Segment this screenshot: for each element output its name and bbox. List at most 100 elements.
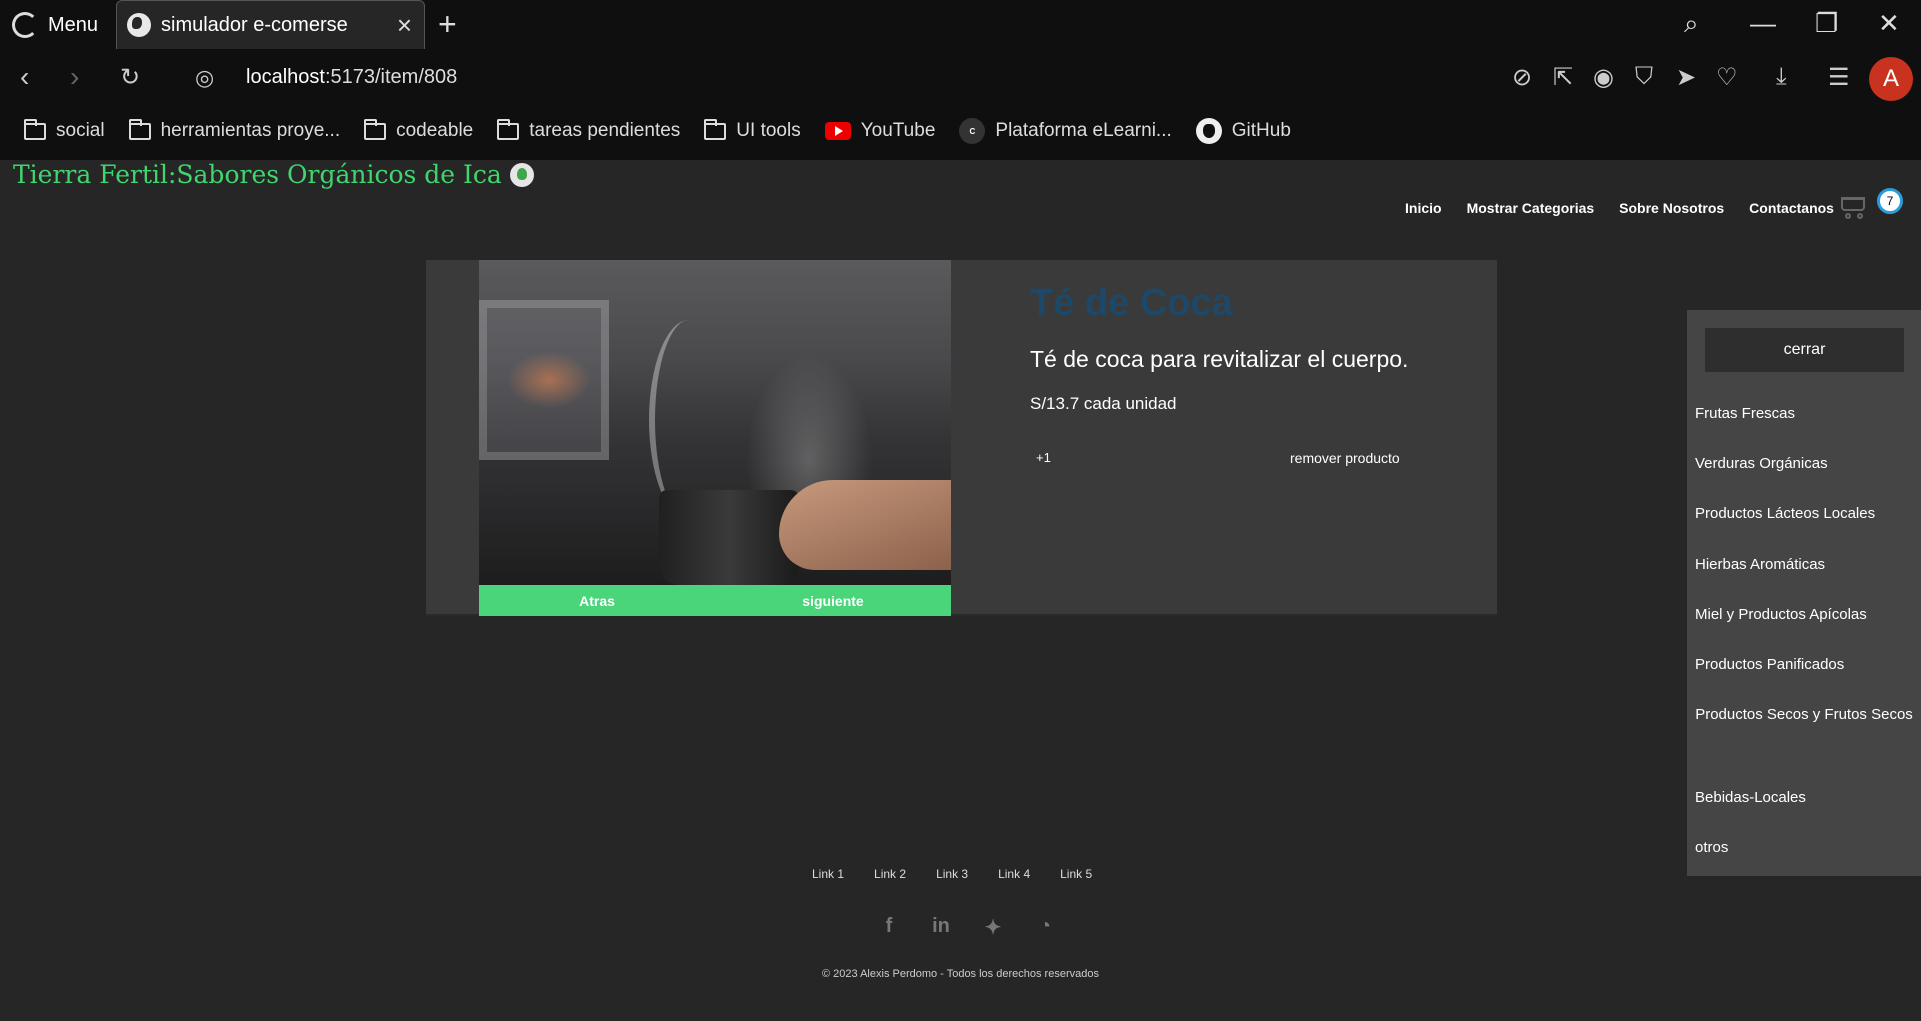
minimize-icon[interactable]: — bbox=[1750, 8, 1776, 39]
carousel-prev-button[interactable]: Atras bbox=[479, 585, 715, 616]
bookmark-herramientas[interactable]: herramientas proye... bbox=[128, 118, 341, 142]
carousel-next-button[interactable]: siguiente bbox=[715, 585, 951, 616]
folder-icon bbox=[497, 118, 520, 140]
cart-wheel bbox=[1845, 213, 1851, 219]
brand-title: Tierra Fertil:Sabores Orgánicos de Ica bbox=[13, 160, 502, 189]
browser-menu-label: Menu bbox=[48, 13, 99, 36]
share-icon[interactable]: ⇱ bbox=[1553, 63, 1573, 92]
nav-sobre-nosotros[interactable]: Sobre Nosotros bbox=[1619, 200, 1724, 216]
facebook-icon[interactable]: f bbox=[877, 915, 901, 940]
bookmark-label: herramientas proye... bbox=[160, 120, 341, 141]
browser-tab-bar: Menu simulador e-comerse × + ⌕ — ❐ ✕ bbox=[0, 0, 1921, 49]
github-icon bbox=[1195, 118, 1222, 144]
close-panel-button[interactable]: cerrar bbox=[1705, 328, 1904, 372]
browser-address-area: ‹ › ↻ ◎ localhost:5173/item/808 ⊘ ⇱ ◉ ⛉ … bbox=[0, 49, 1921, 160]
cart-icon[interactable] bbox=[1841, 191, 1871, 219]
bookmark-label: GitHub bbox=[1231, 120, 1291, 141]
coder-icon: C bbox=[959, 118, 986, 144]
nav-inicio[interactable]: Inicio bbox=[1405, 200, 1442, 216]
photo-hand bbox=[779, 480, 951, 570]
youtube-icon bbox=[824, 122, 851, 140]
send-icon[interactable]: ➤ bbox=[1676, 63, 1696, 92]
footer-link-4[interactable]: Link 4 bbox=[998, 867, 1030, 881]
cart-wheel bbox=[1857, 213, 1863, 219]
category-hierbas-aromaticas[interactable]: Hierbas Aromáticas bbox=[1695, 556, 1913, 573]
product-image bbox=[479, 260, 951, 585]
close-window-icon[interactable]: ✕ bbox=[1878, 8, 1900, 39]
category-frutas-frescas[interactable]: Frutas Frescas bbox=[1695, 405, 1913, 422]
product-title: Té de Coca bbox=[1030, 282, 1233, 324]
bookmark-social[interactable]: social bbox=[24, 118, 105, 142]
footer-link-5[interactable]: Link 5 bbox=[1060, 867, 1092, 881]
camera-icon[interactable]: ◉ bbox=[1593, 63, 1614, 92]
twitter-icon[interactable]: ✦ bbox=[981, 915, 1005, 940]
nav-mostrar-categorias[interactable]: Mostrar Categorias bbox=[1467, 200, 1595, 216]
category-miel-apicolas[interactable]: Miel y Productos Apícolas bbox=[1695, 606, 1913, 623]
settings-sliders-icon[interactable]: ☰ bbox=[1828, 63, 1850, 92]
site-brand[interactable]: Tierra Fertil:Sabores Orgánicos de Ica bbox=[13, 160, 534, 189]
bookmark-youtube[interactable]: YouTube bbox=[824, 120, 936, 142]
bookmark-codeable[interactable]: codeable bbox=[364, 118, 473, 142]
zoom-icon[interactable]: ⊘ bbox=[1512, 63, 1532, 92]
main-nav: Inicio Mostrar Categorias Sobre Nosotros… bbox=[1405, 200, 1834, 216]
reload-icon[interactable]: ↻ bbox=[120, 63, 140, 92]
folder-icon bbox=[24, 118, 46, 140]
bookmarks-bar: social herramientas proye... codeable ta… bbox=[0, 111, 1291, 151]
url-field[interactable]: localhost:5173/item/808 bbox=[246, 66, 457, 89]
category-verduras-organicas[interactable]: Verduras Orgánicas bbox=[1695, 455, 1913, 472]
url-path: :5173/item/808 bbox=[324, 66, 458, 88]
github-icon[interactable]: ◔ bbox=[1033, 915, 1057, 940]
bookmark-tareas[interactable]: tareas pendientes bbox=[497, 118, 681, 142]
tab-title: simulador e-comerse bbox=[161, 13, 348, 36]
photo-cup bbox=[659, 490, 799, 585]
tab-close-icon[interactable]: × bbox=[397, 12, 412, 38]
category-panificados[interactable]: Productos Panificados bbox=[1695, 656, 1913, 673]
folder-icon bbox=[704, 118, 727, 140]
search-icon[interactable]: ⌕ bbox=[1684, 8, 1699, 40]
copyright-text: © 2023 Alexis Perdomo - Todos los derech… bbox=[0, 968, 1921, 980]
browser-menu-button[interactable]: Menu bbox=[12, 10, 98, 40]
site-info-icon[interactable]: ◎ bbox=[195, 65, 214, 91]
cart-basket bbox=[1841, 197, 1865, 211]
photo-window bbox=[479, 300, 609, 460]
globe-icon bbox=[127, 13, 151, 37]
add-one-button[interactable]: +1 bbox=[1036, 450, 1051, 465]
bookmark-label: YouTube bbox=[860, 120, 936, 141]
bookmark-ui-tools[interactable]: UI tools bbox=[704, 118, 801, 142]
categories-panel: cerrar Frutas Frescas Verduras Orgánicas… bbox=[1687, 310, 1921, 876]
footer-link-3[interactable]: Link 3 bbox=[936, 867, 968, 881]
cart-count-badge: 7 bbox=[1877, 188, 1903, 214]
category-otros[interactable]: otros bbox=[1695, 839, 1913, 856]
category-secos[interactable]: Productos Secos y Frutos Secos bbox=[1695, 699, 1913, 730]
new-tab-icon[interactable]: + bbox=[438, 6, 457, 43]
bookmark-label: tareas pendientes bbox=[529, 120, 681, 141]
social-links: f in ✦ ◔ bbox=[877, 915, 1057, 940]
nav-contactanos[interactable]: Contactanos bbox=[1749, 200, 1834, 216]
shield-icon[interactable]: ⛉ bbox=[1635, 63, 1653, 91]
category-lacteos-locales[interactable]: Productos Lácteos Locales bbox=[1695, 505, 1913, 522]
download-icon[interactable]: ⤓ bbox=[1776, 63, 1787, 91]
footer-link-1[interactable]: Link 1 bbox=[812, 867, 844, 881]
product-card: Atras siguiente Té de Coca Té de coca pa… bbox=[426, 260, 1497, 616]
active-tab[interactable]: simulador e-comerse × bbox=[116, 0, 425, 49]
carousel-controls: Atras siguiente bbox=[479, 585, 951, 616]
footer-link-2[interactable]: Link 2 bbox=[874, 867, 906, 881]
forward-icon[interactable]: › bbox=[70, 61, 79, 93]
copyright-label: © 2023 Alexis Perdomo - Todos los derech… bbox=[822, 968, 1099, 980]
bookmark-github[interactable]: GitHub bbox=[1195, 118, 1291, 144]
category-bebidas-locales[interactable]: Bebidas-Locales bbox=[1695, 789, 1913, 806]
restore-icon[interactable]: ❐ bbox=[1815, 8, 1838, 39]
heart-icon[interactable]: ♡ bbox=[1716, 63, 1738, 92]
profile-avatar[interactable]: A bbox=[1869, 57, 1913, 101]
page-content: Tierra Fertil:Sabores Orgánicos de Ica I… bbox=[0, 160, 1921, 1021]
bookmark-elearning[interactable]: C Plataforma eLearni... bbox=[959, 118, 1172, 144]
remove-product-button[interactable]: remover producto bbox=[1290, 450, 1400, 466]
folder-icon bbox=[364, 118, 387, 140]
footer-links: Link 1 Link 2 Link 3 Link 4 Link 5 bbox=[812, 867, 1092, 881]
bookmark-label: UI tools bbox=[736, 120, 801, 141]
opera-logo-icon bbox=[12, 12, 38, 38]
folder-icon bbox=[128, 118, 151, 140]
linkedin-icon[interactable]: in bbox=[929, 915, 953, 940]
url-host: localhost bbox=[246, 66, 325, 88]
back-icon[interactable]: ‹ bbox=[20, 61, 29, 93]
